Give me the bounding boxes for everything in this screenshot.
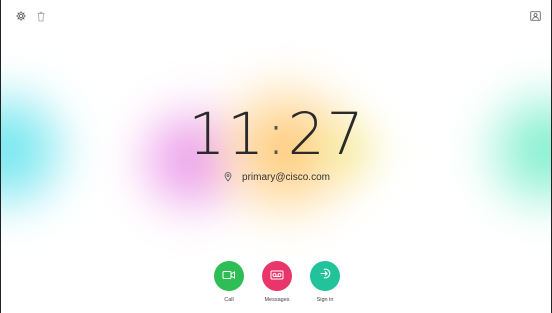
clock-hours: 11 bbox=[188, 100, 267, 168]
device-address-text: primary@cisco.com bbox=[242, 171, 330, 183]
messages-label: Messages bbox=[264, 297, 290, 303]
device-address: primary@cisco.com bbox=[1, 171, 551, 183]
trash-icon[interactable] bbox=[34, 9, 48, 23]
contact-card-icon[interactable] bbox=[528, 9, 542, 23]
call-button[interactable]: Call bbox=[214, 261, 244, 303]
messages-button-circle[interactable] bbox=[262, 261, 292, 291]
sign-in-label: Sign in bbox=[316, 297, 334, 303]
gear-icon[interactable] bbox=[14, 9, 28, 23]
sign-in-button[interactable]: Sign in bbox=[310, 261, 340, 303]
call-label: Call bbox=[224, 297, 234, 303]
call-button-circle[interactable] bbox=[214, 261, 244, 291]
video-camera-icon bbox=[222, 267, 236, 285]
location-pin-icon bbox=[224, 171, 234, 183]
clock: 11:27 bbox=[1, 100, 551, 168]
action-bar: Call Messages Sign in bbox=[1, 261, 551, 303]
messages-button[interactable]: Messages bbox=[262, 261, 292, 303]
sign-in-icon bbox=[319, 267, 332, 285]
clock-minutes: 27 bbox=[287, 100, 366, 168]
home-screen: 11:27 primary@cisco.com Call Messages Si… bbox=[0, 0, 552, 313]
clock-separator: : bbox=[266, 100, 288, 168]
voicemail-icon bbox=[270, 267, 284, 285]
sign-in-button-circle[interactable] bbox=[310, 261, 340, 291]
